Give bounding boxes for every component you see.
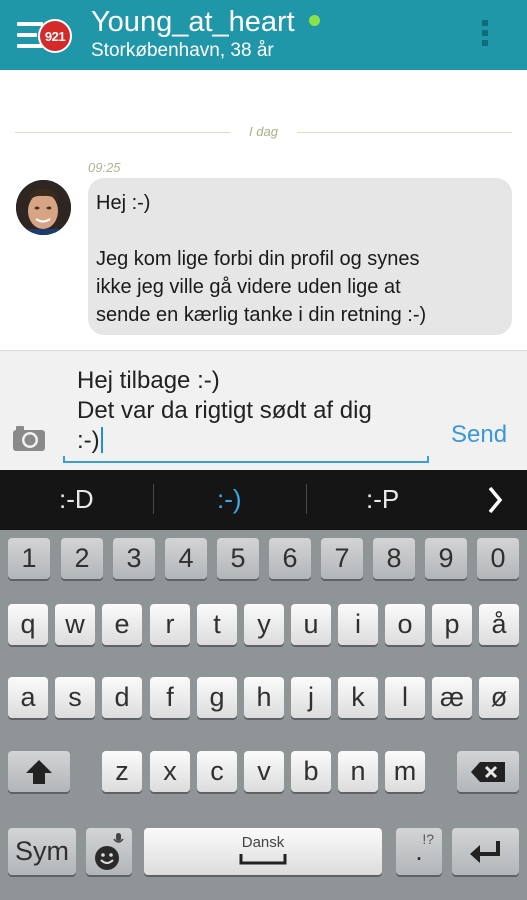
key-l[interactable]: l bbox=[385, 677, 425, 718]
overflow-menu-icon[interactable] bbox=[482, 20, 490, 50]
key-o[interactable]: o bbox=[385, 604, 425, 645]
avatar[interactable] bbox=[16, 180, 71, 235]
key-y[interactable]: y bbox=[244, 604, 284, 645]
input-line: Hej tilbage :-) bbox=[77, 367, 220, 394]
contact-name[interactable]: Young_at_heart bbox=[91, 6, 295, 39]
key-0[interactable]: 0 bbox=[477, 538, 519, 579]
camera-icon[interactable] bbox=[12, 424, 46, 452]
key-6[interactable]: 6 bbox=[269, 538, 311, 579]
backspace-key[interactable] bbox=[457, 751, 519, 792]
space-bar-icon bbox=[239, 854, 287, 865]
shift-arrow-icon bbox=[26, 759, 52, 784]
key-q[interactable]: q bbox=[8, 604, 48, 645]
space-key[interactable]: Dansk bbox=[144, 828, 382, 875]
key-c[interactable]: c bbox=[197, 751, 237, 792]
key-k[interactable]: k bbox=[338, 677, 378, 718]
divider bbox=[153, 484, 154, 514]
message-composer: Hej tilbage :-) Det var da rigtigt sødt … bbox=[0, 350, 527, 471]
enter-icon bbox=[469, 840, 500, 863]
key-8[interactable]: 8 bbox=[373, 538, 415, 579]
backspace-icon bbox=[471, 761, 505, 782]
key-m[interactable]: m bbox=[385, 751, 425, 792]
emoji-key[interactable] bbox=[86, 828, 132, 875]
message-line: Hej :-) bbox=[96, 192, 151, 214]
keyboard: 1 2 3 4 5 6 7 8 9 0 q w e r t y u i o p … bbox=[0, 530, 527, 900]
key-aa[interactable]: å bbox=[479, 604, 519, 645]
key-x[interactable]: x bbox=[150, 751, 190, 792]
key-w[interactable]: w bbox=[55, 604, 95, 645]
chevron-right-icon[interactable] bbox=[487, 486, 503, 519]
message-input[interactable]: Hej tilbage :-) Det var da rigtigt sødt … bbox=[77, 366, 372, 456]
text-cursor bbox=[100, 427, 103, 453]
key-u[interactable]: u bbox=[291, 604, 331, 645]
message-line: Jeg kom lige forbi din profil og synes bbox=[96, 248, 420, 270]
input-line: :-) bbox=[77, 427, 100, 454]
message-time: 09:25 bbox=[88, 160, 121, 175]
suggestion-item[interactable]: :-) bbox=[217, 484, 242, 515]
key-f[interactable]: f bbox=[150, 677, 190, 718]
online-status-icon bbox=[309, 15, 320, 26]
key-e[interactable]: e bbox=[102, 604, 142, 645]
divider bbox=[306, 484, 307, 514]
date-separator: I dag bbox=[15, 122, 512, 142]
suggestion-item[interactable]: :-P bbox=[366, 484, 399, 515]
key-ae[interactable]: æ bbox=[432, 677, 472, 718]
space-language-label: Dansk bbox=[241, 834, 285, 851]
key-4[interactable]: 4 bbox=[165, 538, 207, 579]
app-header: 921 Young_at_heart Storkøbenhavn, 38 år bbox=[0, 0, 527, 70]
key-n[interactable]: n bbox=[338, 751, 378, 792]
sym-key[interactable]: Sym bbox=[8, 828, 76, 875]
send-button[interactable]: Send bbox=[451, 421, 507, 449]
key-h[interactable]: h bbox=[244, 677, 284, 718]
key-j[interactable]: j bbox=[291, 677, 331, 718]
smiley-mic-icon bbox=[95, 832, 124, 870]
key-3[interactable]: 3 bbox=[113, 538, 155, 579]
input-line-last: :-) bbox=[77, 426, 372, 456]
period-key[interactable]: !? . bbox=[396, 828, 442, 875]
key-g[interactable]: g bbox=[197, 677, 237, 718]
message-line bbox=[96, 217, 504, 245]
period-alt-label: !? bbox=[422, 831, 434, 847]
key-r[interactable]: r bbox=[150, 604, 190, 645]
key-i[interactable]: i bbox=[338, 604, 378, 645]
input-underline bbox=[63, 456, 429, 463]
message-line: sende en kærlig tanke i din retning :-) bbox=[96, 304, 427, 326]
key-d[interactable]: d bbox=[102, 677, 142, 718]
key-1[interactable]: 1 bbox=[8, 538, 50, 579]
suggestion-item[interactable]: :-D bbox=[59, 484, 94, 515]
key-9[interactable]: 9 bbox=[425, 538, 467, 579]
message-bubble[interactable]: Hej :-) Jeg kom lige forbi din profil og… bbox=[88, 178, 512, 335]
contact-details: Storkøbenhavn, 38 år bbox=[91, 40, 274, 61]
key-p[interactable]: p bbox=[432, 604, 472, 645]
key-v[interactable]: v bbox=[244, 751, 284, 792]
key-s[interactable]: s bbox=[55, 677, 95, 718]
shift-key[interactable] bbox=[8, 751, 70, 792]
key-5[interactable]: 5 bbox=[217, 538, 259, 579]
notification-badge[interactable]: 921 bbox=[38, 19, 72, 53]
enter-key[interactable] bbox=[452, 828, 519, 875]
key-2[interactable]: 2 bbox=[61, 538, 103, 579]
suggestion-bar: :-D :-) :-P bbox=[0, 470, 527, 530]
key-t[interactable]: t bbox=[197, 604, 237, 645]
key-7[interactable]: 7 bbox=[321, 538, 363, 579]
key-b[interactable]: b bbox=[291, 751, 331, 792]
message-line: ikke jeg ville gå videre uden lige at bbox=[96, 276, 401, 298]
input-line: Det var da rigtigt sødt af dig bbox=[77, 397, 372, 424]
key-z[interactable]: z bbox=[102, 751, 142, 792]
key-a[interactable]: a bbox=[8, 677, 48, 718]
key-oe[interactable]: ø bbox=[479, 677, 519, 718]
